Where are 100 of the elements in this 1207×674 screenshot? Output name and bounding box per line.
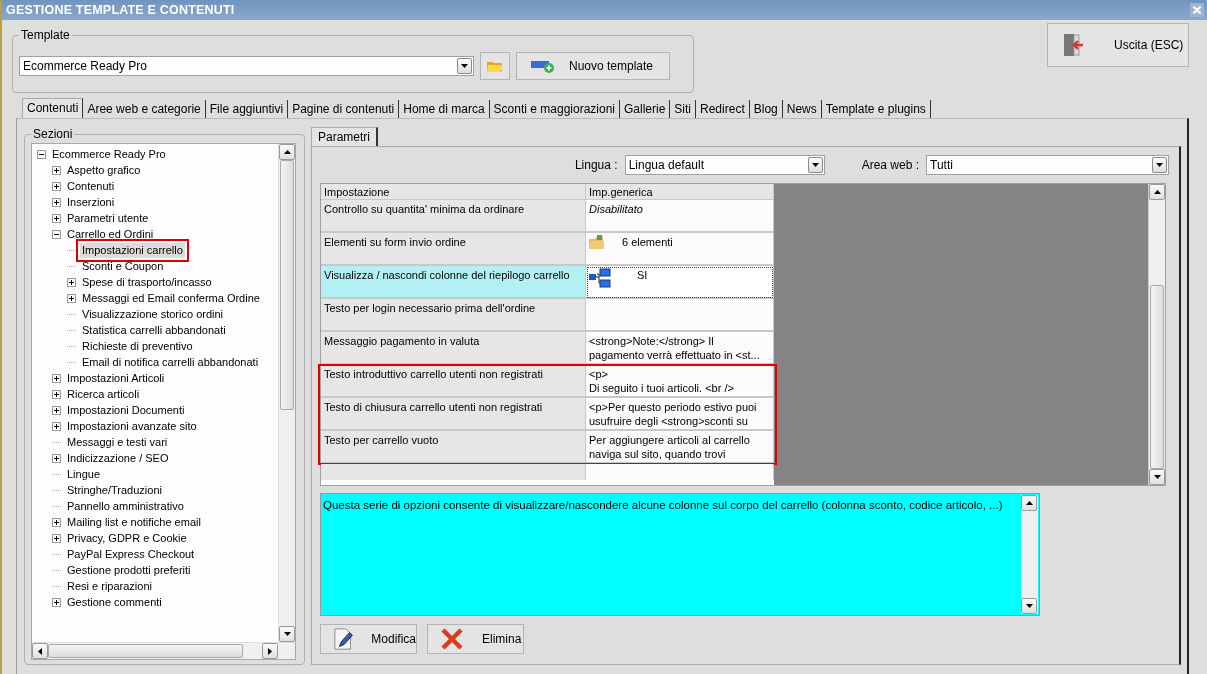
tree-item[interactable]: Messaggi e testi vari [65,434,170,450]
tab[interactable]: Template e plugins [821,100,931,118]
tree-item[interactable]: Richieste di preventivo [80,338,195,354]
tab[interactable]: News [782,100,822,118]
tab[interactable]: Home di marca [399,100,490,118]
tree-item[interactable]: Contenuti [65,178,117,194]
collapse-toggle[interactable] [37,149,46,159]
delete-button[interactable]: Elimina [427,624,524,654]
tab[interactable]: Sconti e maggiorazioni [489,100,620,118]
value-cell[interactable] [586,299,774,332]
expand-toggle[interactable] [67,293,76,303]
plus-icon [54,599,59,605]
scrollbar-thumb[interactable] [280,160,294,410]
tree-item[interactable]: Parametri utente [65,210,151,226]
scroll-down-button[interactable] [1021,598,1037,614]
expand-toggle[interactable] [52,421,61,431]
column-header[interactable]: Imp.generica [586,184,774,200]
tab[interactable]: Redirect [696,100,750,118]
tree-item[interactable]: Gestione commenti [65,594,164,610]
tree-item[interactable]: Gestione prodotti preferiti [65,562,193,578]
expand-toggle[interactable] [52,373,61,383]
tree-item[interactable]: Statistica carrelli abbandonati [80,322,228,338]
tree-item[interactable]: Privacy, GDPR e Cookie [65,530,189,546]
tree-item[interactable]: Resi e riparazioni [65,578,154,594]
scrollbar-thumb[interactable] [48,644,243,658]
setting-cell[interactable]: Testo introduttivo carrello utenti non registrati [321,365,586,398]
tree-item[interactable]: Messaggi ed Email conferma Ordine [80,290,262,306]
scroll-left-button[interactable] [32,643,48,659]
expand-toggle[interactable] [52,533,61,543]
tree-item[interactable]: Stringhe/Traduzioni [65,482,164,498]
tree-item[interactable]: Ricerca articoli [65,386,142,402]
filter-dropdown[interactable]: Lingua default [624,155,825,175]
scrollbar-thumb[interactable] [1150,285,1164,469]
plus-icon [54,535,59,541]
description-box[interactable]: Questa serie di opzioni consente di visualizzare/nascondere alcune colonne sul corpo del carrello (colonna sconto, codice articolo, ...) [320,493,1040,616]
new-template-button[interactable]: Nuovo template [516,52,670,80]
tab[interactable]: Blog [749,100,783,118]
tree-item[interactable]: Aspetto grafico [65,162,143,178]
setting-cell[interactable]: Controllo su quantita' minima da ordinare [321,200,586,233]
column-header[interactable]: Impostazione [321,184,586,200]
scroll-up-button[interactable] [1149,184,1165,200]
expand-toggle[interactable] [52,389,61,399]
expand-toggle[interactable] [52,597,61,607]
exit-button[interactable]: Uscita (ESC) [1047,23,1189,67]
expand-toggle[interactable] [52,181,61,191]
edit-button[interactable]: Modifica [320,624,417,654]
tab[interactable]: Contenuti [22,98,84,118]
tab[interactable]: File aggiuntivi [205,100,289,118]
value-cell[interactable]: 6 elementi [586,233,774,266]
plus-icon [69,279,74,285]
expand-toggle[interactable] [67,277,76,287]
tree-item[interactable]: Lingue [65,466,103,482]
scroll-right-button[interactable] [262,643,278,659]
value-cell[interactable]: <strong>Note:</strong> Il pagamento verrà effettuato in <st... [586,332,774,365]
expand-toggle[interactable] [52,517,61,527]
setting-cell[interactable]: Messaggio pagamento in valuta [321,332,586,365]
tree-item[interactable]: Indicizzazione / SEO [65,450,171,466]
expand-toggle[interactable] [52,405,61,415]
setting-cell[interactable]: Elementi su form invio ordine [321,233,586,266]
collapse-toggle[interactable] [52,229,61,239]
group-label: Template [20,28,71,42]
tab[interactable]: Parametri [311,127,378,146]
scroll-up-button[interactable] [279,144,295,160]
setting-cell[interactable]: Visualizza / nascondi colonne del riepilogo carrello [321,266,586,299]
tab[interactable]: Pagine di contenuti [288,100,400,118]
template-dropdown[interactable]: Ecommerce Ready Pro [19,56,474,76]
expand-toggle[interactable] [52,197,61,207]
setting-cell[interactable]: Testo per login necessario prima dell'ordine [321,299,586,332]
tree-item[interactable]: Ecommerce Ready Pro [50,146,168,162]
value-cell[interactable]: Per aggiungere articoli al carrello naviga sul sito, quando trovi [586,431,774,464]
tree-item[interactable]: Impostazioni Documenti [65,402,187,418]
value-cell[interactable]: <p> Di seguito i tuoi articoli. <br /> [586,365,774,398]
value-cell[interactable]: Disabilitato [586,200,774,233]
folder-icon [589,235,604,249]
expand-toggle[interactable] [52,213,61,223]
tree-item[interactable]: Spese di trasporto/incasso [80,274,214,290]
tree-item[interactable]: Impostazioni avanzate sito [65,418,199,434]
tree-item[interactable]: Mailing list e notifiche email [65,514,203,530]
value-cell[interactable]: <p>Per questo periodo estivo puoi usufruire degli <strong>sconti su [586,398,774,431]
setting-cell[interactable]: Testo di chiusura carrello utenti non registrati [321,398,586,431]
tree-item[interactable]: Visualizzazione storico ordini [80,306,226,322]
setting-cell[interactable]: Testo per carrello vuoto [321,431,586,464]
value-cell[interactable]: SI [586,266,774,299]
expand-toggle[interactable] [52,165,61,175]
tree-item[interactable]: PayPal Express Checkout [65,546,197,562]
plus-icon [54,183,59,189]
tree-item[interactable]: Pannello amministrativo [65,498,186,514]
scroll-down-button[interactable] [279,626,295,642]
scroll-up-button[interactable] [1021,495,1037,511]
expand-toggle[interactable] [52,453,61,463]
tree-item[interactable]: Impostazioni Articoli [65,370,167,386]
tree-item[interactable]: Inserzioni [65,194,117,210]
tab[interactable]: Siti [670,100,697,118]
filter-dropdown[interactable]: Tutti [926,155,1169,175]
tab[interactable]: Gallerie [620,100,671,118]
tree-item[interactable]: Sconti e Coupon [80,258,166,274]
tab[interactable]: Aree web e categorie [83,100,206,118]
scroll-down-button[interactable] [1149,469,1165,485]
tree-item[interactable]: Carrello ed Ordini [65,226,156,242]
tree-item[interactable]: Email di notifica carrelli abbandonati [80,354,261,370]
